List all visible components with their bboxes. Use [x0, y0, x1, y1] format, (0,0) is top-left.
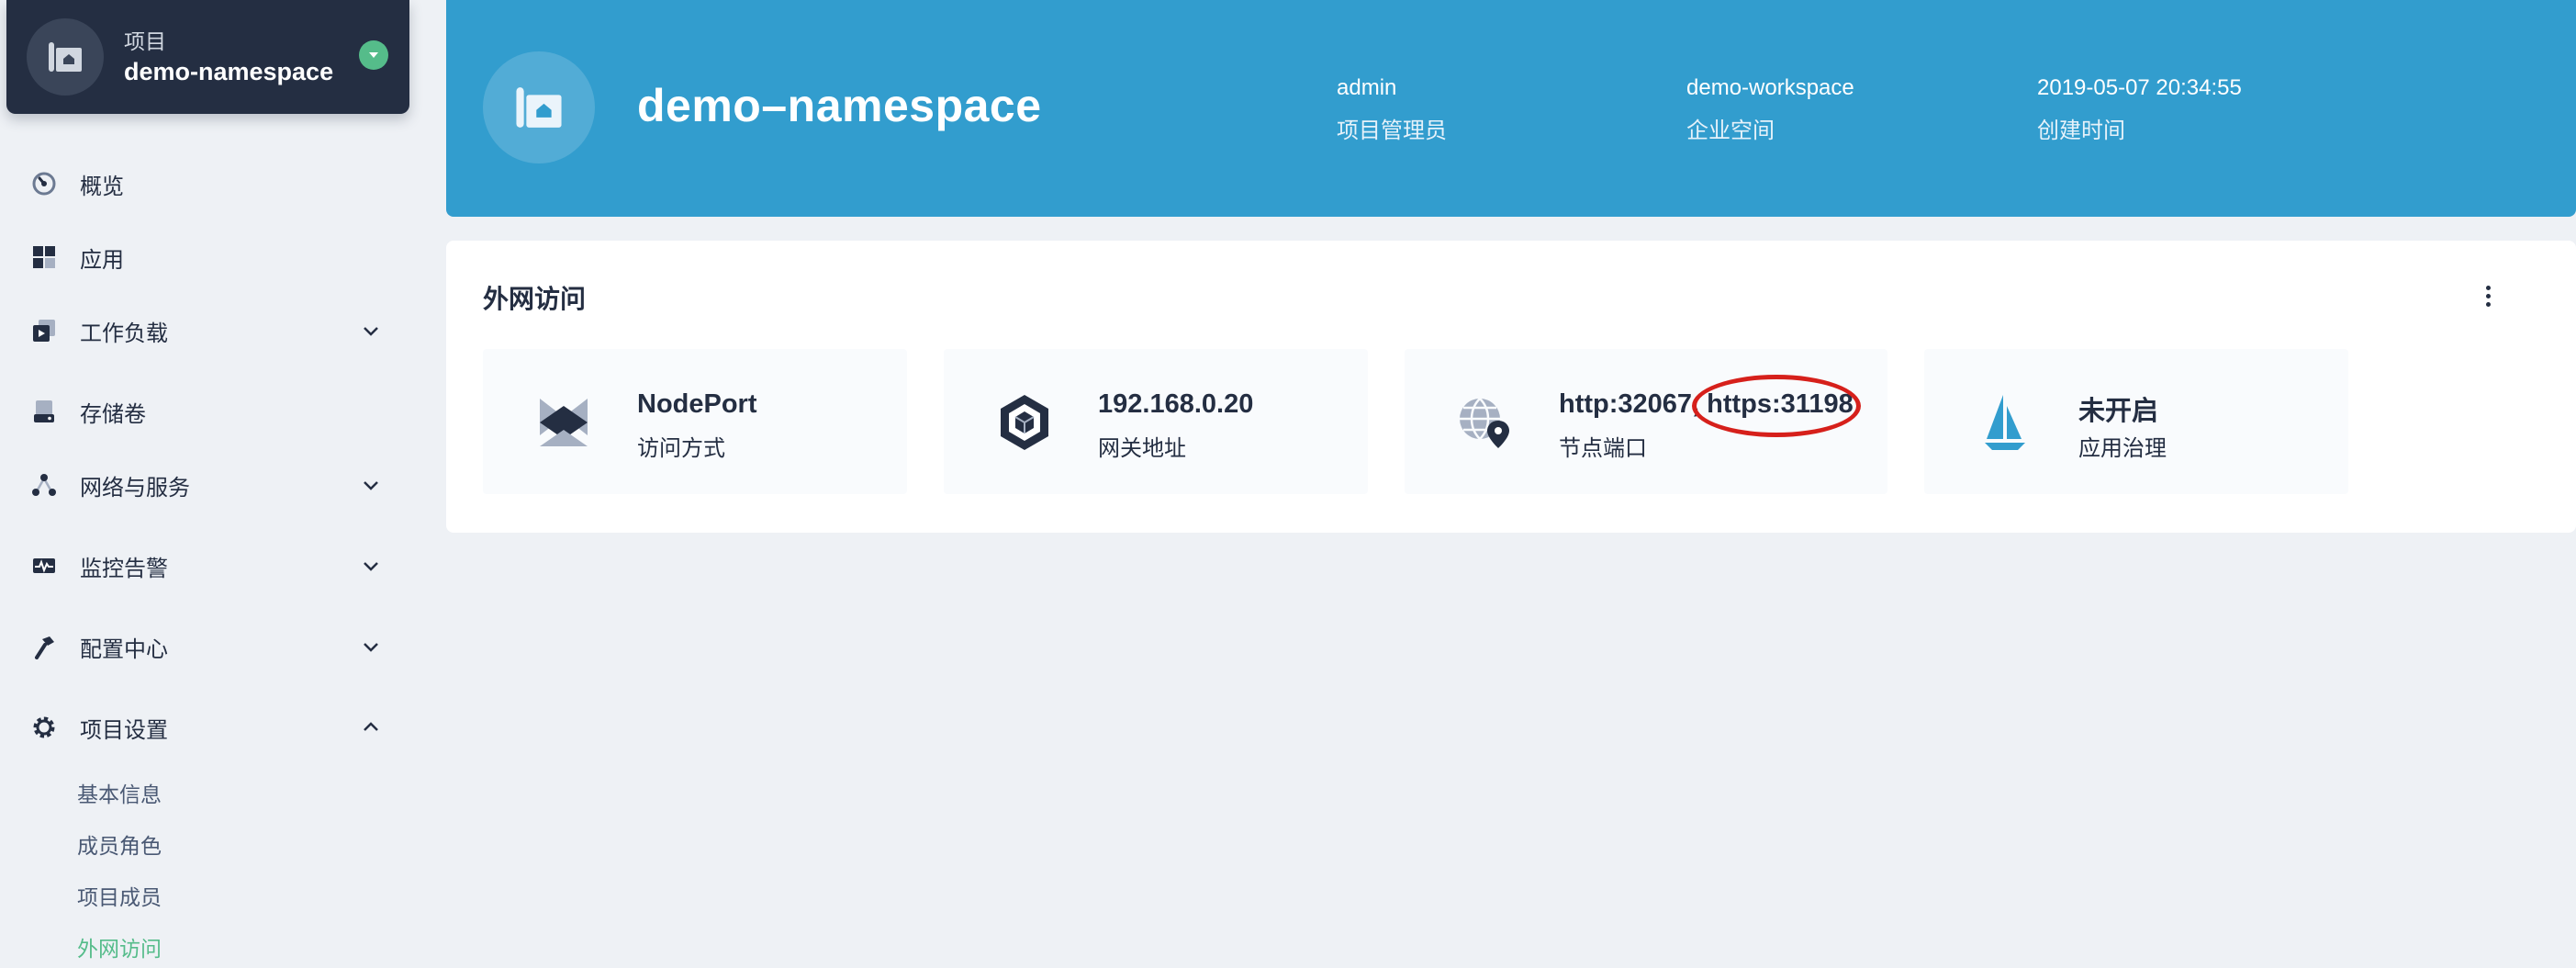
nav-label: 工作负载 [80, 321, 168, 346]
sub-basic-info[interactable]: 基本信息 [77, 777, 162, 808]
hammer-icon [29, 632, 59, 661]
nav-label: 存储卷 [80, 401, 146, 427]
network-icon [29, 470, 59, 500]
app-governance-card: 未开启 应用治理 [1924, 349, 2348, 494]
project-icon [27, 18, 104, 96]
dashboard-icon [29, 169, 59, 198]
nav-network[interactable]: 网络与服务 [0, 457, 404, 512]
gateway-icon [991, 389, 1058, 456]
storage-icon [29, 397, 59, 426]
chevron-up-icon[interactable] [358, 715, 384, 740]
sub-internet-access[interactable]: 外网访问 [77, 931, 162, 962]
internet-access-panel: 外网访问 NodePort 访问方式 192.168.0.20 网关地址 htt… [446, 241, 2576, 533]
workload-icon [29, 316, 59, 345]
nav-label: 概览 [80, 174, 124, 199]
gateway-address-card: 192.168.0.20 网关地址 [944, 349, 1368, 494]
meta-value: admin [1337, 75, 1397, 100]
sub-member-roles[interactable]: 成员角色 [77, 828, 162, 860]
nodeport-icon [531, 389, 597, 456]
card-value: 192.168.0.20 [1098, 389, 1254, 419]
panel-title: 外网访问 [483, 285, 587, 313]
nav-overview[interactable]: 概览 [0, 156, 404, 211]
chevron-down-icon[interactable] [358, 634, 384, 659]
meta-value: 2019-05-07 20:34:55 [2037, 75, 2242, 100]
project-name: demo-namespace [124, 58, 334, 85]
chevron-down-icon[interactable] [358, 553, 384, 579]
nav-config-center[interactable]: 配置中心 [0, 619, 404, 674]
nav-label: 项目设置 [80, 717, 168, 743]
card-label: 应用治理 [2078, 436, 2167, 461]
meta-created-time: 2019-05-07 20:34:55 创建时间 [2037, 75, 2242, 144]
chevron-down-icon[interactable] [358, 318, 384, 343]
nav-monitoring[interactable]: 监控告警 [0, 538, 404, 593]
more-options-icon[interactable] [2471, 279, 2504, 312]
nav-project-settings[interactable]: 项目设置 [0, 700, 404, 755]
nav-label: 监控告警 [80, 556, 168, 581]
card-value: NodePort [637, 389, 757, 419]
nav-label: 配置中心 [80, 636, 168, 662]
meta-key: 项目管理员 [1337, 118, 1447, 143]
annotation-highlight [1692, 375, 1861, 437]
meta-value: demo-workspace [1686, 75, 1854, 100]
chevron-down-icon[interactable] [359, 40, 388, 70]
meta-key: 创建时间 [2037, 118, 2125, 143]
access-method-card: NodePort 访问方式 [483, 349, 907, 494]
meta-workspace: demo-workspace 企业空间 [1686, 75, 1854, 144]
monitor-icon [29, 551, 59, 580]
sidebar: 项目 demo-namespace 概览 应用 工作负载 存储卷 网络与服务 监… [0, 0, 422, 968]
nav-label: 应用 [80, 247, 124, 273]
project-selector[interactable]: 项目 demo-namespace [6, 0, 409, 114]
nav-workload[interactable]: 工作负载 [0, 303, 404, 358]
nav-storage[interactable]: 存储卷 [0, 384, 404, 439]
card-value: 未开启 [2078, 397, 2159, 426]
card-label: 访问方式 [637, 436, 725, 461]
page-title: demo–namespace [637, 80, 1042, 131]
card-label: 节点端口 [1559, 436, 1647, 461]
meta-manager: admin 项目管理员 [1337, 75, 1447, 144]
project-icon [483, 51, 595, 163]
apps-icon [29, 242, 59, 272]
gear-icon [29, 713, 59, 742]
sail-icon [1972, 389, 2038, 456]
globe-pin-icon [1452, 389, 1518, 456]
meta-key: 企业空间 [1686, 118, 1775, 143]
sub-project-members[interactable]: 项目成员 [77, 880, 162, 911]
project-banner: demo–namespace admin 项目管理员 demo-workspac… [446, 0, 2576, 217]
nav-apps[interactable]: 应用 [0, 230, 404, 285]
chevron-down-icon[interactable] [358, 472, 384, 498]
nav-label: 网络与服务 [80, 475, 190, 501]
card-label: 网关地址 [1098, 436, 1186, 461]
project-label: 项目 [124, 29, 166, 53]
